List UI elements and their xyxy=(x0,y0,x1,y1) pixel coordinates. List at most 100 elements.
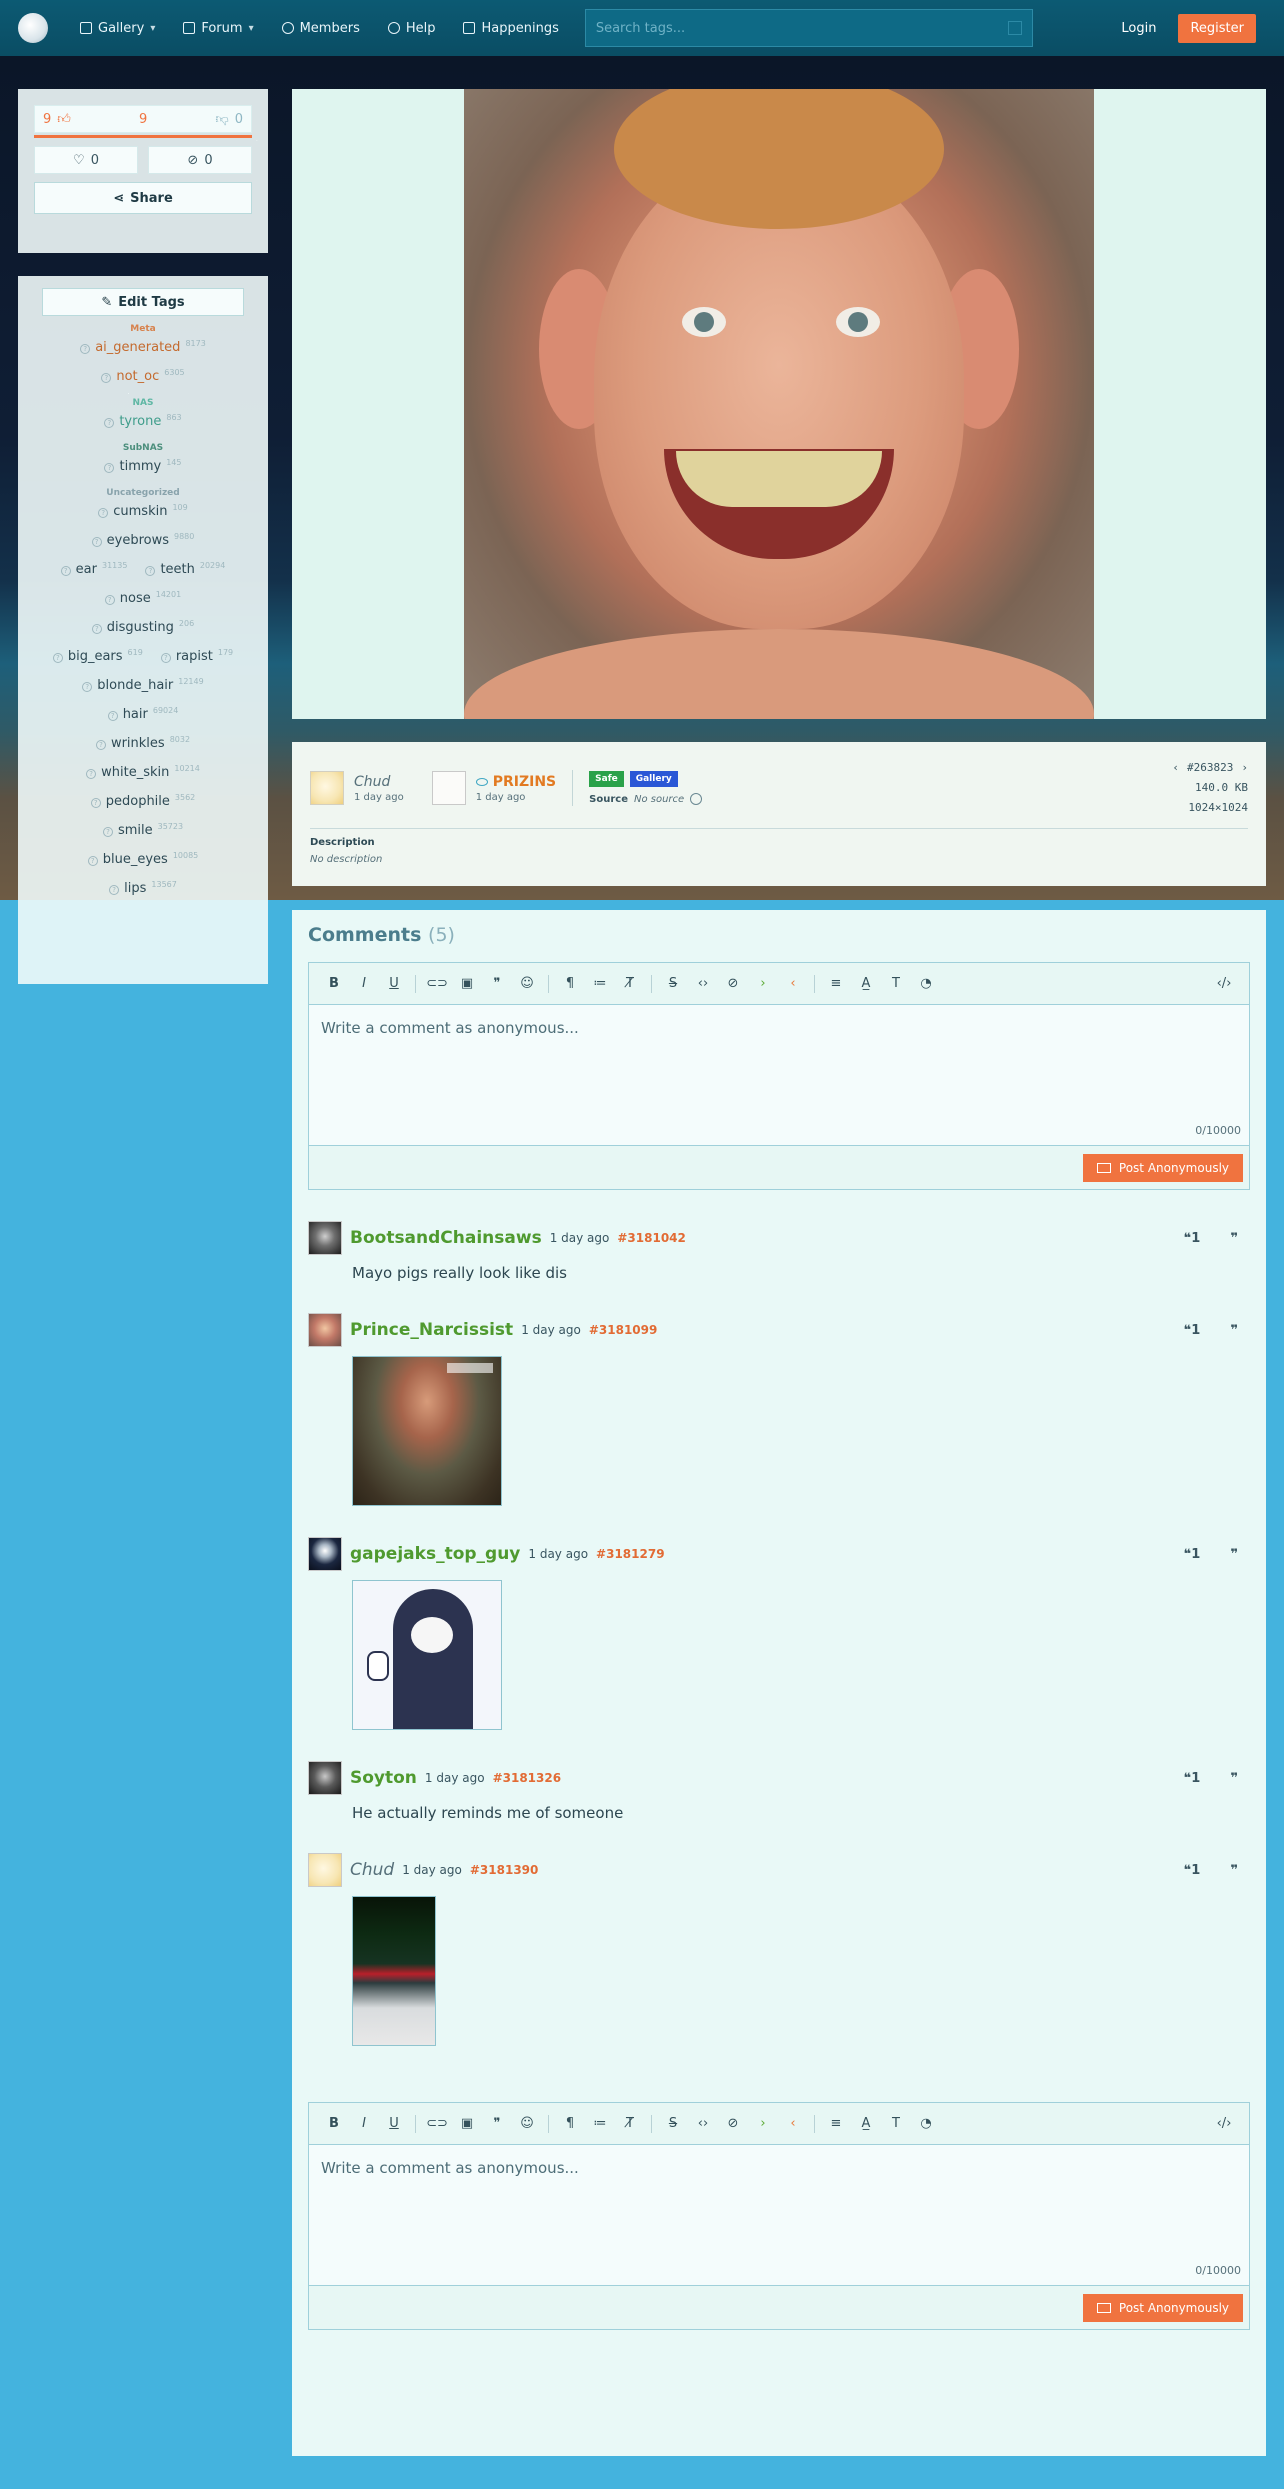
palette-icon[interactable]: ◔ xyxy=(911,976,941,991)
link-icon[interactable]: ⊂⊃ xyxy=(422,2116,452,2131)
link-icon[interactable]: ⊂⊃ xyxy=(422,976,452,991)
tag-item[interactable]: ? cumskin 109 xyxy=(98,503,188,519)
comment-id[interactable]: #3181279 xyxy=(596,1547,665,1561)
nav-members[interactable]: Members xyxy=(268,0,374,56)
image-icon[interactable]: ▣ xyxy=(452,2116,482,2131)
avatar[interactable] xyxy=(308,1853,342,1887)
clear-format-icon[interactable]: T̸ xyxy=(615,2116,645,2131)
tag-item[interactable]: ? eyebrows 9880 xyxy=(91,532,194,548)
question-icon[interactable]: ? xyxy=(104,595,115,605)
question-icon[interactable]: ? xyxy=(145,566,156,576)
comment-input[interactable]: Write a comment as anonymous... 0/10000 xyxy=(309,2145,1249,2285)
tag-item[interactable]: ? tyrone 863 xyxy=(104,413,182,429)
emoji-icon[interactable]: ☺ xyxy=(512,976,542,991)
poster-name[interactable]: Chud xyxy=(354,774,404,790)
tag-item[interactable]: ? blonde_hair 12149 xyxy=(82,677,204,693)
source-code-icon[interactable]: ‹/› xyxy=(1209,976,1239,991)
text-color-icon[interactable]: A̲ xyxy=(851,976,881,991)
category-badge[interactable]: Gallery xyxy=(629,771,678,787)
comment-author[interactable]: Soyton xyxy=(350,1768,417,1788)
image-icon[interactable]: ▣ xyxy=(452,976,482,991)
avatar[interactable] xyxy=(308,1761,342,1795)
tag-item[interactable]: ? disgusting 206 xyxy=(91,619,194,635)
login-button[interactable]: Login xyxy=(1111,15,1166,42)
question-icon[interactable]: ? xyxy=(95,740,106,750)
align-icon[interactable]: ≡ xyxy=(821,2116,851,2131)
clear-format-icon[interactable]: T̸ xyxy=(615,976,645,991)
quote-icon[interactable]: ❞ xyxy=(1230,1323,1238,1338)
avatar[interactable] xyxy=(308,1313,342,1347)
tag-item[interactable]: ? wrinkles 8032 xyxy=(95,735,190,751)
edit-tags-button[interactable]: ✎ Edit Tags xyxy=(42,288,244,316)
strikethrough-icon[interactable]: S xyxy=(658,976,688,991)
tag-item[interactable]: ? lips 13567 xyxy=(109,880,177,896)
post-image[interactable] xyxy=(464,89,1094,719)
comment-image[interactable] xyxy=(352,1356,502,1506)
question-icon[interactable]: ? xyxy=(101,373,112,383)
paragraph-icon[interactable]: ¶ xyxy=(555,976,585,991)
uploader-name[interactable]: PRIZINS xyxy=(475,774,556,790)
comment-id[interactable]: #3181099 xyxy=(589,1323,658,1337)
reply-icon[interactable]: ❝1 xyxy=(1184,1231,1201,1246)
underline-icon[interactable]: U xyxy=(379,976,409,991)
avatar[interactable] xyxy=(308,1221,342,1255)
palette-icon[interactable]: ◔ xyxy=(911,2116,941,2131)
orangetext-icon[interactable]: ‹ xyxy=(778,976,808,991)
paragraph-icon[interactable]: ¶ xyxy=(555,2116,585,2131)
site-logo[interactable] xyxy=(18,13,48,43)
comment-id[interactable]: #3181390 xyxy=(470,1863,539,1877)
reply-icon[interactable]: ❝1 xyxy=(1184,1863,1201,1878)
question-icon[interactable]: ? xyxy=(104,418,115,428)
comment-id[interactable]: #3181326 xyxy=(493,1771,562,1785)
source-code-icon[interactable]: ‹/› xyxy=(1209,2116,1239,2131)
comment-input[interactable]: Write a comment as anonymous... 0/10000 xyxy=(309,1005,1249,1145)
reply-icon[interactable]: ❝1 xyxy=(1184,1547,1201,1562)
comment-author[interactable]: BootsandChainsaws xyxy=(350,1228,542,1248)
comment-author[interactable]: Chud xyxy=(350,1860,394,1880)
quote-icon[interactable]: ❞ xyxy=(1230,1231,1238,1246)
comment-id[interactable]: #3181042 xyxy=(617,1231,686,1245)
rating-badge[interactable]: Safe xyxy=(589,771,624,787)
question-icon[interactable]: ? xyxy=(91,537,102,547)
orangetext-icon[interactable]: ‹ xyxy=(778,2116,808,2131)
tag-item[interactable]: ? pedophile 3562 xyxy=(90,793,195,809)
tag-item[interactable]: ? nose 14201 xyxy=(104,590,181,606)
question-icon[interactable]: ? xyxy=(90,798,101,808)
question-icon[interactable]: ? xyxy=(107,711,118,721)
spoiler-icon[interactable]: ⊘ xyxy=(718,2116,748,2131)
question-icon[interactable]: ? xyxy=(87,856,98,866)
nav-gallery[interactable]: Gallery ▾ xyxy=(66,0,169,56)
bold-icon[interactable]: B xyxy=(319,976,349,991)
quote-icon[interactable]: ❞ xyxy=(1230,1863,1238,1878)
prev-post-icon[interactable]: ‹ xyxy=(1172,758,1179,778)
align-icon[interactable]: ≡ xyxy=(821,976,851,991)
tag-item[interactable]: ? white_skin 10214 xyxy=(86,764,200,780)
tag-item[interactable]: ? not_oc 6305 xyxy=(101,368,185,384)
quote-icon[interactable]: ❞ xyxy=(482,2116,512,2131)
question-icon[interactable]: ? xyxy=(102,827,113,837)
question-icon[interactable]: ? xyxy=(52,653,63,663)
upvote-button[interactable]: 9 👍︎ xyxy=(43,112,71,127)
register-button[interactable]: Register xyxy=(1178,13,1256,43)
bold-icon[interactable]: B xyxy=(319,2116,349,2131)
underline-icon[interactable]: U xyxy=(379,2116,409,2131)
question-icon[interactable]: ? xyxy=(60,566,71,576)
hide-button[interactable]: ⊘ 0 xyxy=(148,146,252,174)
tag-item[interactable]: ? ear 31135 xyxy=(60,561,127,577)
question-icon[interactable]: ? xyxy=(91,624,102,634)
reply-icon[interactable]: ❝1 xyxy=(1184,1323,1201,1338)
comment-image[interactable] xyxy=(352,1580,502,1730)
code-icon[interactable]: ‹› xyxy=(688,976,718,991)
comment-author[interactable]: gapejaks_top_guy xyxy=(350,1544,520,1564)
search-options-icon[interactable] xyxy=(1007,21,1022,35)
post-anonymously-button[interactable]: Post Anonymously xyxy=(1082,1153,1243,1182)
quote-icon[interactable]: ❞ xyxy=(1230,1771,1238,1786)
downvote-button[interactable]: 👎︎ 0 xyxy=(216,112,243,127)
question-icon[interactable]: ? xyxy=(160,653,171,663)
nav-happenings[interactable]: Happenings xyxy=(449,0,572,56)
question-icon[interactable]: ? xyxy=(98,508,109,518)
greentext-icon[interactable]: › xyxy=(748,976,778,991)
nav-help[interactable]: Help xyxy=(374,0,450,56)
favorite-button[interactable]: ♡ 0 xyxy=(34,146,138,174)
spoiler-icon[interactable]: ⊘ xyxy=(718,976,748,991)
